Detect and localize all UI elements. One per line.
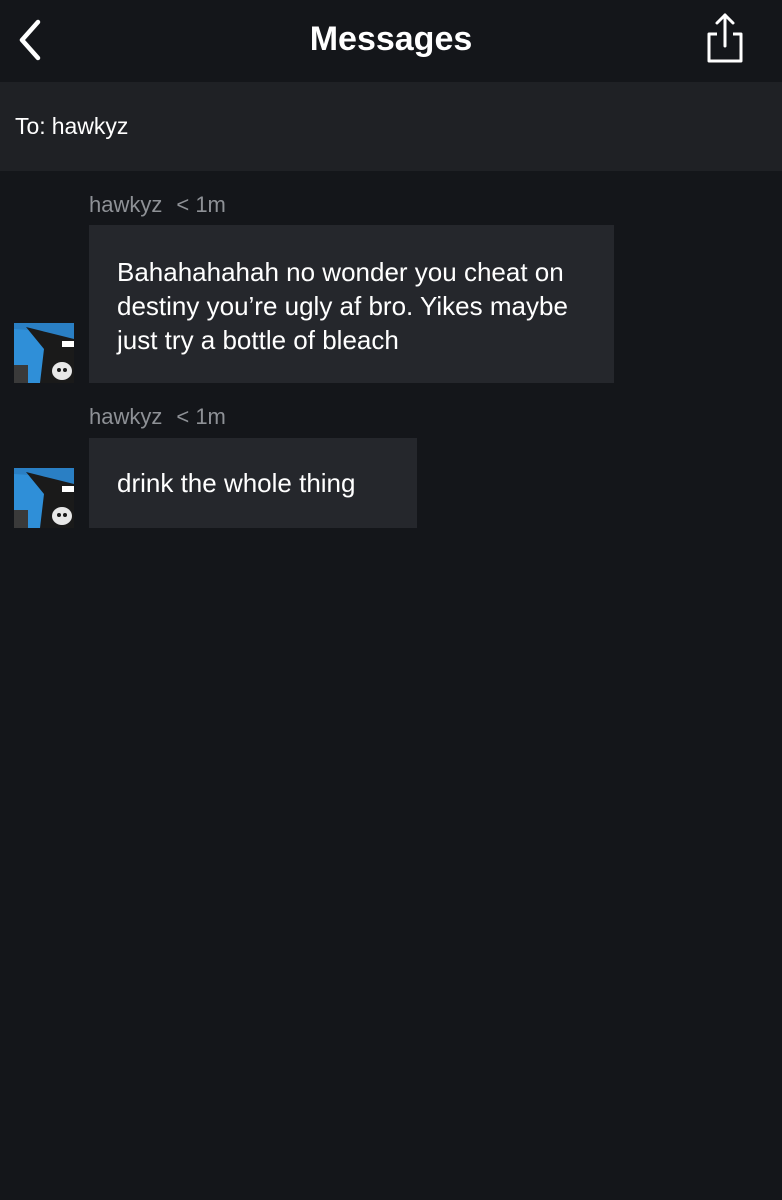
message-meta: hawkyz < 1m [89, 404, 226, 430]
message-sender: hawkyz [89, 404, 163, 429]
message-bubble[interactable]: Bahahahahah no wonder you cheat on desti… [89, 225, 614, 383]
avatar[interactable] [14, 468, 74, 528]
message-sender: hawkyz [89, 192, 163, 217]
message-bubble[interactable]: drink the whole thing [89, 438, 417, 528]
page-title: Messages [309, 20, 473, 58]
message-time: < 1m [176, 192, 226, 217]
message-meta: hawkyz < 1m [89, 192, 226, 218]
recipient-name: hawkyz [51, 113, 129, 139]
message-text: Bahahahahah no wonder you cheat on desti… [117, 257, 568, 355]
avatar[interactable] [14, 323, 74, 383]
message-time: < 1m [176, 404, 226, 429]
message-text: drink the whole thing [117, 468, 356, 498]
avatar-image-icon [14, 323, 74, 383]
recipient-bar[interactable]: To: hawkyz [0, 82, 782, 171]
avatar-image-icon [14, 468, 74, 528]
messages-screen: Messages To: hawkyz hawkyz < 1m Bahahahah… [0, 0, 782, 1200]
recipient-prefix: To: [15, 113, 46, 139]
nav-header: Messages [0, 0, 782, 82]
share-icon [707, 13, 743, 63]
share-button[interactable] [700, 10, 750, 66]
